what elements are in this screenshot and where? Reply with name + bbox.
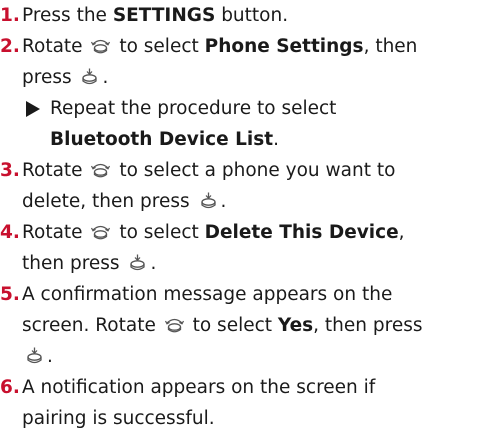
press-knob-icon xyxy=(198,192,219,210)
step-text: screen. Rotate xyxy=(22,315,162,336)
step-text: Rotate xyxy=(22,222,89,243)
step-text: delete, then press xyxy=(22,191,196,212)
step-text: button. xyxy=(215,5,289,26)
step-text: pairing is successful. xyxy=(22,408,215,429)
step-text: , then press xyxy=(313,315,423,336)
step-text: , then xyxy=(363,36,418,57)
step-text: . xyxy=(220,191,227,212)
step-text: Press the xyxy=(22,5,113,26)
step-text: to select a phone you want to xyxy=(113,160,396,181)
step-text: , xyxy=(398,222,405,243)
sub-note-text: Repeat the procedure to select xyxy=(50,98,337,119)
arrow-icon xyxy=(26,101,40,117)
step-bold-text: Phone Settings xyxy=(204,36,364,57)
step-number: 2. xyxy=(0,36,20,57)
instruction-page: 1. Press the SETTINGS button. 2. Rotate … xyxy=(0,0,478,429)
rotate-knob-icon xyxy=(90,161,111,179)
step-text: A notification appears on the screen if xyxy=(22,377,376,398)
step-1: 1. Press the SETTINGS button. xyxy=(0,0,478,31)
rotate-knob-icon xyxy=(164,316,185,334)
step-text: . xyxy=(102,67,109,88)
press-knob-icon xyxy=(24,347,45,365)
step-4: 4. Rotate to select Delete This Device, … xyxy=(0,217,478,279)
step-3: 3. Rotate to select a phone you want to … xyxy=(0,155,478,217)
steps-list: 1. Press the SETTINGS button. 2. Rotate … xyxy=(0,0,478,434)
step-bold-text: Yes xyxy=(277,315,314,336)
sub-note: Repeat the procedure to select Bluetooth… xyxy=(26,93,478,155)
step-text: to select xyxy=(113,222,205,243)
step-5: 5. A confirmation message appears on the… xyxy=(0,279,478,372)
step-text: A confirmation message appears on the xyxy=(22,284,393,305)
step-bold-text: Delete This Device xyxy=(204,222,399,243)
step-6: 6. A notification appears on the screen … xyxy=(0,372,478,434)
step-text: to select xyxy=(113,36,205,57)
step-bold-text: SETTINGS xyxy=(112,5,216,26)
step-number: 1. xyxy=(0,5,20,26)
rotate-knob-icon xyxy=(90,37,111,55)
step-number: 5. xyxy=(0,284,20,305)
rotate-knob-icon xyxy=(90,223,111,241)
step-2: 2. Rotate to select Phone Settings, then… xyxy=(0,31,478,155)
step-text: Rotate xyxy=(22,36,89,57)
press-knob-icon xyxy=(127,254,148,272)
step-text: Rotate xyxy=(22,160,89,181)
step-number: 4. xyxy=(0,222,20,243)
step-number: 3. xyxy=(0,160,20,181)
step-text: then press xyxy=(22,253,126,274)
sub-note-bold: Bluetooth Device List xyxy=(50,129,274,150)
step-text: . xyxy=(150,253,157,274)
step-text: press xyxy=(22,67,78,88)
step-text: . xyxy=(47,346,53,367)
step-number: 6. xyxy=(0,377,20,398)
press-knob-icon xyxy=(79,68,100,86)
sub-note-text: . xyxy=(273,129,280,150)
step-text: to select xyxy=(186,315,278,336)
